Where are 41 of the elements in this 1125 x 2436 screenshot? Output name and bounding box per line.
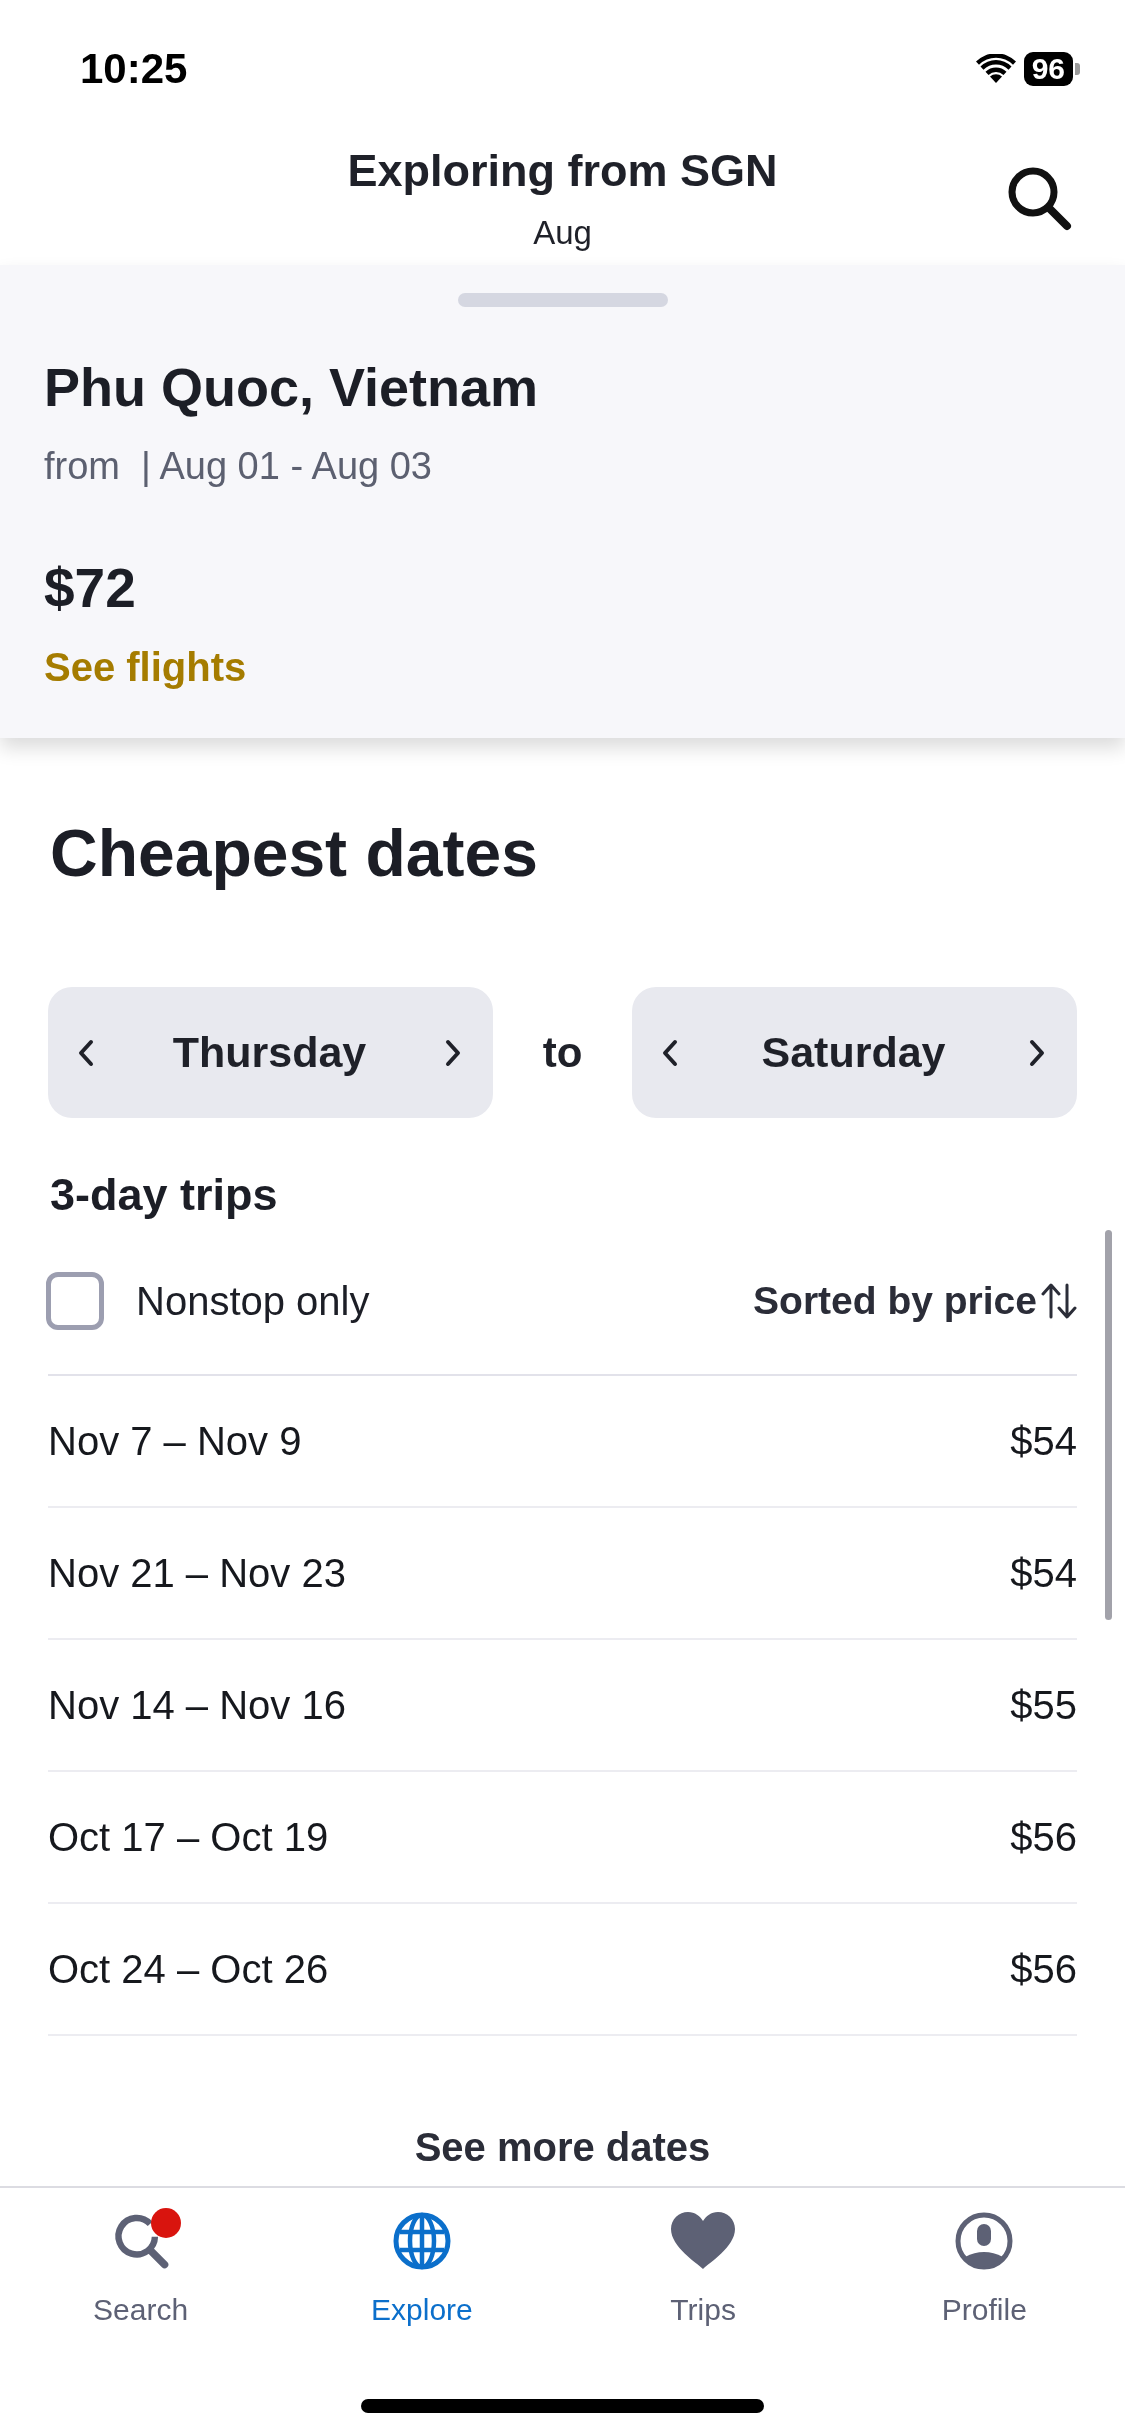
- chevron-left-icon[interactable]: [78, 1038, 94, 1067]
- destination-name: Phu Quoc, Vietnam: [44, 356, 539, 419]
- globe-icon: [391, 2211, 452, 2271]
- trip-length-heading: 3-day trips: [50, 1168, 278, 1222]
- heart-icon: [669, 2211, 738, 2271]
- checkbox-label: Nonstop only: [136, 1278, 370, 1324]
- chevron-left-icon[interactable]: [662, 1038, 678, 1067]
- trip-price: $54: [1010, 1418, 1077, 1464]
- trip-dates: Oct 24 – Oct 26: [48, 1946, 329, 1992]
- wifi-icon: [975, 54, 1016, 84]
- destination-price: $72: [44, 556, 136, 620]
- trip-dates: Nov 14 – Nov 16: [48, 1682, 346, 1728]
- trip-price: $56: [1010, 1814, 1077, 1860]
- start-day-stepper[interactable]: Thursday: [48, 987, 493, 1118]
- chevron-right-icon[interactable]: [445, 1038, 461, 1067]
- trip-price: $55: [1010, 1682, 1077, 1728]
- sort-arrows-icon: [1041, 1282, 1077, 1320]
- screen-subtitle: Aug: [533, 212, 592, 253]
- battery-indicator: 96: [1023, 52, 1080, 86]
- screen-title: Exploring from SGN: [347, 143, 778, 198]
- trip-price: $54: [1010, 1550, 1077, 1596]
- profile-icon: [954, 2211, 1015, 2271]
- tab-bar-item[interactable]: Explore: [371, 2188, 473, 2328]
- drag-handle[interactable]: [457, 293, 668, 307]
- trip-details: from | Aug 01 - Aug 03: [44, 444, 432, 489]
- connector-text: to: [542, 1028, 583, 1077]
- see-more-dates-button[interactable]: See more dates: [414, 2123, 711, 2171]
- tab-bar-item[interactable]: Trips: [669, 2188, 738, 2328]
- trip-price: $56: [1010, 1946, 1077, 1992]
- chevron-right-icon[interactable]: [1029, 1038, 1045, 1067]
- sort-button[interactable]: Sorted by price: [753, 1279, 1077, 1323]
- trip-dates: Nov 21 – Nov 23: [48, 1550, 346, 1596]
- end-day-stepper[interactable]: Saturday: [632, 987, 1077, 1118]
- see-flights-link[interactable]: See flights: [44, 643, 247, 691]
- trip-dates: Nov 7 – Nov 9: [48, 1418, 302, 1464]
- tab-bar-item[interactable]: Search: [93, 2188, 189, 2328]
- trip-dates: Oct 17 – Oct 19: [48, 1814, 329, 1860]
- tab-bar-item[interactable]: Profile: [941, 2188, 1027, 2328]
- section-title: Cheapest dates: [50, 815, 538, 891]
- nonstop-checkbox[interactable]: [46, 1272, 104, 1330]
- status-time: 10:25: [80, 45, 188, 93]
